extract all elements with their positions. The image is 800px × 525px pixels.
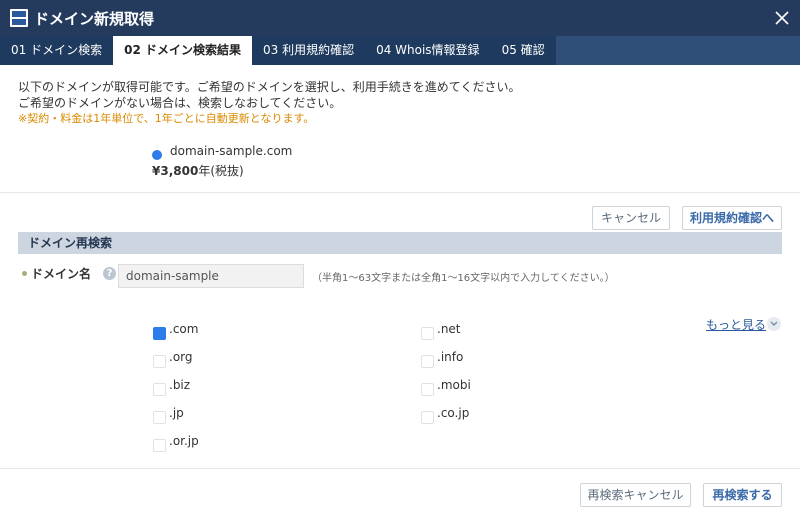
tld-checkbox-jp[interactable] [153,411,166,424]
tld-option-or-jp[interactable]: .or.jp [153,434,199,452]
tld-checkbox-co-jp[interactable] [421,411,434,424]
input-hint: （半角1～63文字または全角1～16文字以内で入力してください。） [312,273,615,284]
tab-search-results[interactable]: 02 ドメイン検索結果 [113,36,252,65]
tld-label-com: .com [169,322,199,336]
bullet-icon [22,271,27,276]
divider [0,192,800,193]
intro-text: 以下のドメインが取得可能です。ご希望のドメインを選択し、利用手続きを進めてくださ… [18,79,520,127]
research-submit-button[interactable]: 再検索する [703,483,782,507]
tld-label-net: .net [437,322,461,336]
show-more-link[interactable]: もっと見る [706,316,766,333]
step-tabs: 01 ドメイン検索 02 ドメイン検索結果 03 利用規約確認 04 Whois… [0,36,800,65]
tld-label-jp: .jp [169,406,184,420]
intro-line-1: 以下のドメインが取得可能です。ご希望のドメインを選択し、利用手続きを進めてくださ… [18,80,521,94]
tld-option-net[interactable]: .net [421,322,461,340]
tld-checkbox-net[interactable] [421,327,434,340]
domain-name-label-text: ドメイン名 [31,267,92,281]
tld-label-co-jp: .co.jp [437,406,470,420]
result-price: ¥3,800年(税抜) [152,162,244,179]
price-value: ¥3,800 [152,164,199,178]
help-icon[interactable]: ? [103,267,117,280]
tld-checkbox-biz[interactable] [153,383,166,396]
domain-radio[interactable] [152,150,162,160]
tld-checkbox-info[interactable] [421,355,434,368]
tld-checkbox-mobi[interactable] [421,383,434,396]
tld-label-org: .org [169,350,193,364]
tab-confirm[interactable]: 05 確認 [491,36,556,65]
tabs-filler [555,36,800,65]
tld-option-co-jp[interactable]: .co.jp [421,406,469,424]
tld-option-mobi[interactable]: .mobi [421,378,471,396]
renewal-notice: ※契約・料金は1年単位で、1年ごとに自動更新となります。 [18,112,315,125]
chevron-down-icon[interactable] [767,317,781,331]
tld-label-or-jp: .or.jp [169,434,199,448]
tld-option-org[interactable]: .org [153,350,193,368]
divider-bottom [0,468,800,469]
price-suffix: 年(税抜) [198,164,244,178]
tld-label-info: .info [437,350,464,364]
tld-option-jp[interactable]: .jp [153,406,184,424]
tld-checkbox-com[interactable] [153,327,166,340]
tld-checkbox-or-jp[interactable] [153,439,166,452]
intro-line-2: ご希望のドメインがない場合は、検索しなおしてください。 [18,96,342,110]
tld-option-info[interactable]: .info [421,350,463,368]
tab-domain-search[interactable]: 01 ドメイン検索 [0,36,113,65]
tld-option-biz[interactable]: .biz [153,378,190,396]
tld-label-biz: .biz [169,378,191,392]
title-bar: ドメイン新規取得 [0,0,800,36]
cancel-button[interactable]: キャンセル [592,206,670,230]
domain-name-input[interactable] [118,264,304,288]
tab-terms[interactable]: 03 利用規約確認 [252,36,365,65]
window-title: ドメイン新規取得 [34,10,155,28]
tld-option-com[interactable]: .com [153,322,198,340]
tld-checkbox-org[interactable] [153,355,166,368]
close-icon [775,11,789,25]
close-button[interactable] [764,0,800,36]
domain-name-label: ドメイン名 ? [22,265,117,282]
research-section-header: ドメイン再検索 [18,232,782,254]
tld-label-mobi: .mobi [437,378,471,392]
research-cancel-button[interactable]: 再検索キャンセル [580,483,691,507]
app-logo-icon [10,9,28,27]
terms-next-button[interactable]: 利用規約確認へ [682,206,782,230]
result-domain-name: domain-sample.com [170,144,293,158]
tab-whois[interactable]: 04 Whois情報登録 [365,36,490,65]
